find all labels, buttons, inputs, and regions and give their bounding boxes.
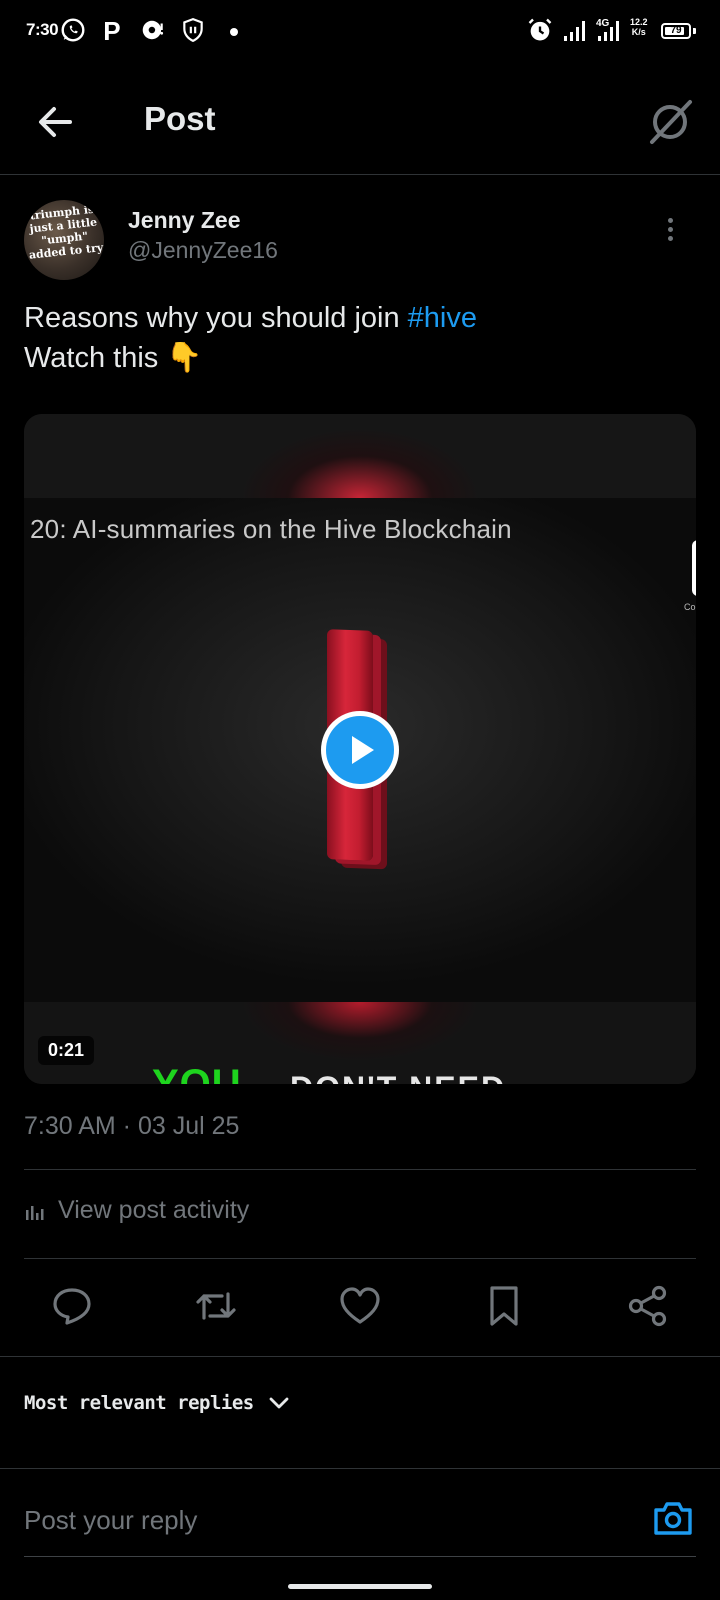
bookmark-icon [490, 1286, 518, 1326]
whatsapp-icon [60, 17, 86, 43]
play-icon [352, 736, 374, 764]
share-icon [628, 1285, 667, 1327]
post-text-line2: Watch this 👇 [24, 342, 203, 374]
reply-icon [53, 1288, 91, 1325]
chevron-down-icon [269, 1397, 289, 1409]
bookmark-button[interactable] [482, 1284, 526, 1328]
hashtag-link[interactable]: #hive [408, 302, 477, 334]
battery-nub [693, 28, 696, 34]
camera-button[interactable] [652, 1498, 694, 1538]
repost-button[interactable] [194, 1284, 238, 1328]
chat-bubble-icon [140, 17, 166, 43]
reply-button[interactable] [50, 1284, 94, 1328]
view-post-activity-button[interactable]: View post activity [24, 1196, 249, 1225]
author-name[interactable]: Jenny Zee [128, 207, 241, 234]
heart-icon [340, 1287, 380, 1324]
video-side-label: Co [684, 602, 696, 612]
video-overlay-green-text: YOU [152, 1062, 242, 1084]
network-speed-value: 12.2 [630, 17, 648, 27]
video-side-tab [692, 540, 696, 596]
p-app-icon: P [100, 16, 126, 46]
avatar[interactable]: triumph is just a little "umph" added to… [24, 200, 104, 280]
signal-4g-icon: 4G [594, 16, 626, 44]
reply-input-underline [24, 1556, 696, 1557]
svg-text:P: P [103, 17, 120, 43]
network-speed: 12.2 K/s [630, 17, 648, 37]
grok-icon [650, 100, 692, 144]
replies-sort-label: Most relevant replies [24, 1392, 254, 1414]
like-button[interactable] [338, 1284, 382, 1328]
back-button[interactable] [34, 100, 78, 144]
video-caption: 20: AI-summaries on the Hive Blockchain [30, 514, 512, 544]
more-options-button[interactable] [664, 218, 676, 248]
arrow-left-icon [39, 107, 72, 137]
signal-icon [562, 16, 590, 44]
header-divider [0, 174, 720, 175]
video-player[interactable]: 20: AI-summaries on the Hive Blockchain … [24, 414, 696, 1084]
bar-chart-icon [26, 1205, 44, 1220]
activity-divider [24, 1258, 696, 1259]
post-text-line1: Reasons why you should join [24, 302, 408, 334]
svg-text:4G: 4G [596, 18, 610, 29]
actions-divider [0, 1356, 720, 1357]
camera-icon [654, 1502, 692, 1535]
play-button[interactable] [321, 711, 399, 789]
battery-level: 79 [670, 25, 682, 36]
home-indicator[interactable] [288, 1584, 432, 1589]
notification-dot-icon [230, 28, 238, 36]
video-overlay-white-text: DON'T NEED [290, 1070, 506, 1084]
page-title: Post [144, 100, 216, 137]
timestamp-divider [24, 1169, 696, 1170]
author-handle[interactable]: @JennyZee16 [128, 237, 278, 264]
shield-icon [180, 17, 206, 43]
reply-input[interactable] [24, 1500, 604, 1540]
status-time: 7:30 [26, 20, 59, 39]
repost-icon [196, 1292, 236, 1320]
video-duration: 0:21 [38, 1036, 95, 1065]
network-speed-unit: K/s [631, 27, 646, 37]
alarm-icon [526, 16, 554, 44]
video-top-glow [24, 414, 696, 498]
replies-divider [0, 1468, 720, 1469]
grok-button[interactable] [644, 96, 696, 148]
battery-icon: 79 [661, 23, 691, 39]
post-text: Reasons why you should join #hive Watch … [24, 298, 694, 378]
replies-sort-dropdown[interactable]: Most relevant replies [24, 1392, 290, 1414]
avatar-text: triumph is just a little "umph" added to… [28, 202, 104, 262]
view-post-activity-label: View post activity [58, 1196, 250, 1224]
share-button[interactable] [626, 1284, 670, 1328]
post-timestamp: 7:30 AM · 03 Jul 25 [24, 1112, 240, 1140]
